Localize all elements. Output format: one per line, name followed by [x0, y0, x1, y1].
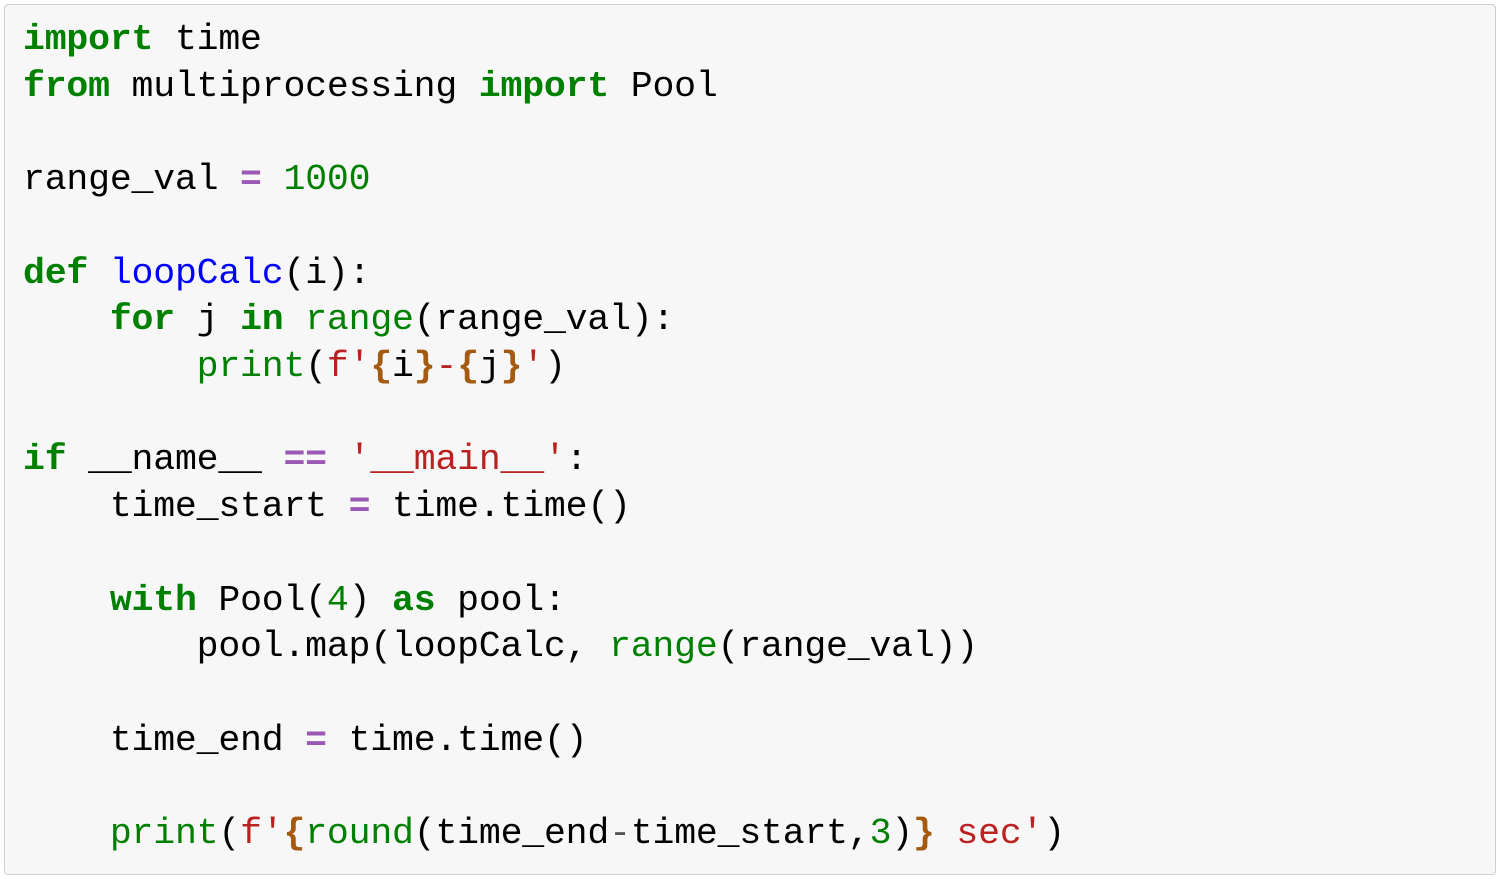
- tok: [262, 159, 284, 200]
- tok-rbrace: }: [414, 346, 436, 387]
- tok-fstr: f': [327, 346, 370, 387]
- tok-assign: =: [349, 486, 371, 527]
- tok: ): [1043, 813, 1065, 854]
- tok: Pool(: [197, 580, 327, 621]
- tok: j: [479, 346, 501, 387]
- tok-print: print: [197, 346, 306, 387]
- tok-fstr: ': [1022, 813, 1044, 854]
- tok-range: range: [609, 626, 718, 667]
- tok-lbrace: {: [457, 346, 479, 387]
- tok-for: for: [110, 299, 175, 340]
- python-source: import time from multiprocessing import …: [23, 17, 1477, 858]
- tok: [88, 253, 110, 294]
- code-block: import time from multiprocessing import …: [4, 4, 1496, 875]
- tok-fstr: ': [522, 346, 544, 387]
- tok-str: '__main__': [349, 439, 566, 480]
- tok: Pool: [609, 66, 718, 107]
- tok-fstr: -: [435, 346, 457, 387]
- tok-round: round: [305, 813, 414, 854]
- tok-fstr: sec: [935, 813, 1022, 854]
- tok: [327, 439, 349, 480]
- tok-as: as: [392, 580, 435, 621]
- tok: pool.map(loopCalc,: [23, 626, 609, 667]
- tok-import: import: [23, 19, 153, 60]
- tok: [23, 813, 110, 854]
- tok-def: def: [23, 253, 88, 294]
- tok-eq: ==: [283, 439, 326, 480]
- tok: j: [175, 299, 240, 340]
- tok-assign: =: [305, 720, 327, 761]
- tok: ): [891, 813, 913, 854]
- tok: [23, 346, 197, 387]
- tok-lbrace: {: [370, 346, 392, 387]
- tok: (i):: [283, 253, 370, 294]
- tok-assign: =: [240, 159, 262, 200]
- tok: (: [218, 813, 240, 854]
- tok: time_start: [23, 486, 349, 527]
- tok-lbrace: {: [284, 813, 306, 854]
- tok: i: [392, 346, 414, 387]
- tok: [284, 299, 306, 340]
- tok-with: with: [110, 580, 197, 621]
- tok: (range_val):: [414, 299, 674, 340]
- tok-num: 1000: [283, 159, 370, 200]
- tok: multiprocessing: [110, 66, 479, 107]
- tok: time_start,: [631, 813, 870, 854]
- tok: (: [305, 346, 327, 387]
- tok-rbrace: }: [501, 346, 523, 387]
- tok-from: from: [23, 66, 110, 107]
- tok: (time_end: [414, 813, 609, 854]
- tok: pool:: [435, 580, 565, 621]
- tok: time.time(): [327, 720, 587, 761]
- tok-in: in: [240, 299, 283, 340]
- tok: [23, 299, 110, 340]
- tok-import: import: [479, 66, 609, 107]
- tok: ): [544, 346, 566, 387]
- tok: __name__: [66, 439, 283, 480]
- tok: [23, 580, 110, 621]
- tok: time.time(): [370, 486, 630, 527]
- tok-range: range: [305, 299, 414, 340]
- tok-num: 3: [870, 813, 892, 854]
- tok: range_val: [23, 159, 240, 200]
- tok-fn-name: loopCalc: [110, 253, 284, 294]
- tok: :: [566, 439, 588, 480]
- tok-if: if: [23, 439, 66, 480]
- tok-rbrace: }: [913, 813, 935, 854]
- tok-num: 4: [327, 580, 349, 621]
- tok: time: [153, 19, 262, 60]
- tok-fstr: f': [240, 813, 283, 854]
- tok: time_end: [23, 720, 305, 761]
- tok-minus: -: [609, 813, 631, 854]
- tok: ): [349, 580, 392, 621]
- tok-print: print: [110, 813, 219, 854]
- tok: (range_val)): [718, 626, 978, 667]
